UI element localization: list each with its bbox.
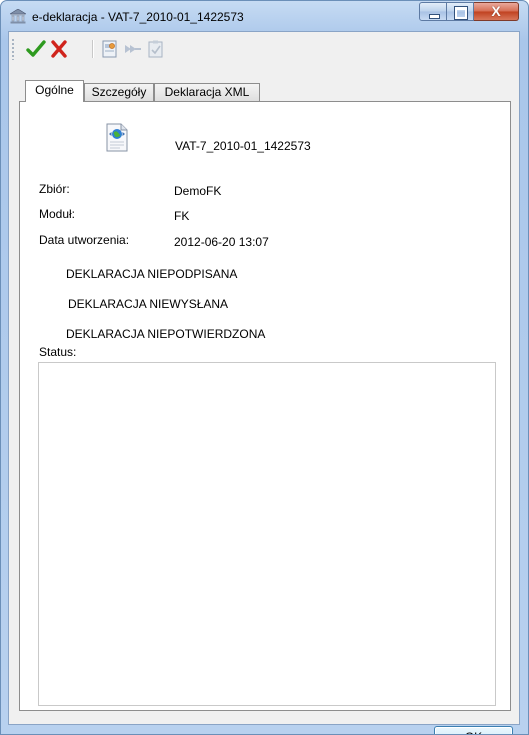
created-date-value: 2012-06-20 13:07 <box>174 235 269 249</box>
cancel-x-icon[interactable] <box>49 39 69 59</box>
minimize-button[interactable] <box>419 2 447 21</box>
set-value: DemoFK <box>174 184 222 198</box>
module-label: Moduł: <box>39 207 76 221</box>
tab-general[interactable]: Ogólne <box>25 80 84 102</box>
sign-certificate-icon[interactable] <box>100 39 120 59</box>
set-label: Zbiór: <box>39 182 70 196</box>
tab-xml-declaration[interactable]: Deklaracja XML <box>154 83 260 101</box>
confirmation-state: DEKLARACJA NIEPOTWIERDZONA <box>66 327 266 341</box>
close-button[interactable]: X <box>474 2 519 21</box>
client-area: Ogólne Szczegóły Deklaracja XML VAT-7_20… <box>8 31 520 734</box>
confirm-clipboard-icon[interactable] <box>146 39 166 59</box>
maximize-button[interactable] <box>447 2 474 21</box>
general-tab-panel: VAT-7_2010-01_1422573 Zbiór: DemoFK Modu… <box>19 101 511 711</box>
toolbar-grip[interactable] <box>12 38 14 60</box>
toolbar <box>9 32 519 70</box>
bank-building-icon <box>10 9 26 24</box>
toolbar-separator <box>92 40 94 58</box>
status-label: Status: <box>39 345 77 359</box>
e-document-icon <box>106 123 128 152</box>
send-arrows-icon[interactable] <box>123 39 143 59</box>
dialog-window: e-deklaracja - VAT-7_2010-01_1422573 X O… <box>0 0 529 735</box>
accept-check-icon[interactable] <box>26 39 46 59</box>
title-bar[interactable]: e-deklaracja - VAT-7_2010-01_1422573 X <box>1 1 528 31</box>
send-state: DEKLARACJA NIEWYSŁANA <box>68 297 229 311</box>
tab-details[interactable]: Szczegóły <box>84 83 154 101</box>
status-textarea[interactable] <box>38 362 496 706</box>
signature-state: DEKLARACJA NIEPODPISANA <box>66 267 238 281</box>
ok-button[interactable]: OK <box>434 726 513 734</box>
window-title: e-deklaracja - VAT-7_2010-01_1422573 <box>32 10 244 24</box>
created-date-label: Data utworzenia: <box>39 233 130 247</box>
close-icon: X <box>491 3 501 19</box>
document-name: VAT-7_2010-01_1422573 <box>175 139 311 153</box>
module-value: FK <box>174 209 190 223</box>
